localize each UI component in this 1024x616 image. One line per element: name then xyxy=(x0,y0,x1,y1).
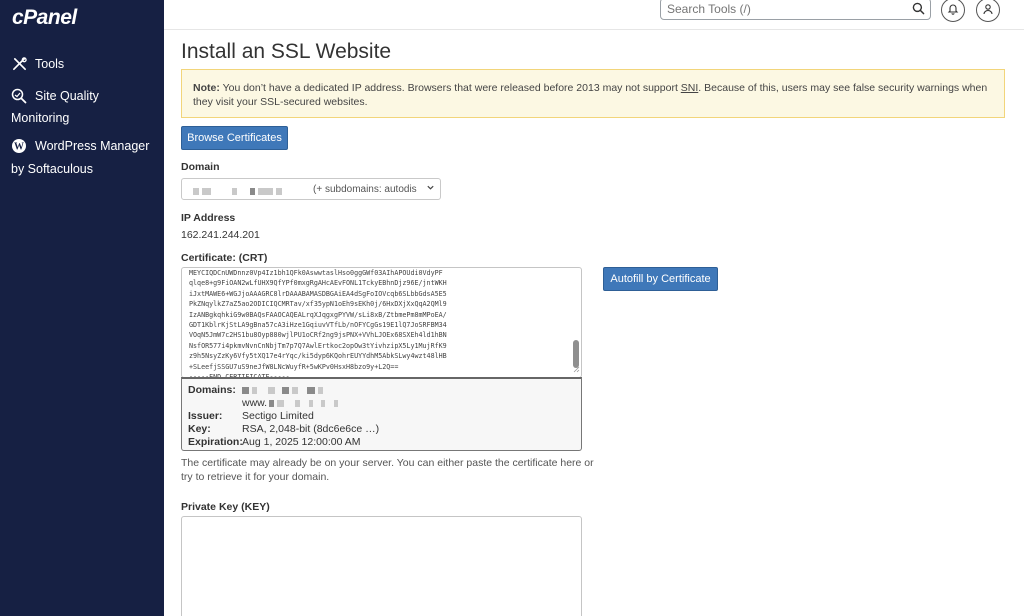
cpanel-logo[interactable]: cPanel xyxy=(12,6,77,30)
sidebar-item-label: Tools xyxy=(35,57,65,71)
note-text: You don’t have a dedicated IP address. B… xyxy=(219,82,681,94)
tools-icon xyxy=(11,56,27,72)
search-input[interactable] xyxy=(661,0,901,19)
domain-select[interactable]: (+ subdomains: autodis xyxy=(181,178,441,200)
sidebar-item-tools[interactable]: Tools xyxy=(11,56,64,72)
sidebar-item-label: Site Quality xyxy=(35,89,99,103)
certificate-details: Domains: www. Issuer: Sectigo Limited Ke… xyxy=(181,377,582,451)
resize-handle-icon[interactable] xyxy=(573,362,580,376)
bell-icon xyxy=(947,3,959,18)
domain-select-suffix: (+ subdomains: autodis xyxy=(313,184,417,195)
private-key-label: Private Key (KEY) xyxy=(181,501,270,513)
autofill-by-certificate-button[interactable]: Autofill by Certificate xyxy=(603,267,718,291)
svg-text:W: W xyxy=(14,142,24,153)
domain-label: Domain xyxy=(181,161,220,173)
private-key-textarea[interactable] xyxy=(181,516,582,616)
key-row: Key: RSA, 2,048-bit (8dc6e6ce …) xyxy=(188,423,380,435)
search-box[interactable] xyxy=(660,0,931,20)
sidebar-item-sublabel[interactable]: Monitoring xyxy=(11,111,69,125)
user-icon xyxy=(982,3,994,18)
scrollbar[interactable] xyxy=(573,270,579,375)
sidebar-item-site-quality[interactable]: Site Quality xyxy=(11,88,99,104)
certificate-label: Certificate: (CRT) xyxy=(181,252,268,264)
browse-certificates-button[interactable]: Browse Certificates xyxy=(181,126,288,150)
sidebar-item-wordpress[interactable]: W WordPress Manager xyxy=(11,138,149,154)
domains-row: Domains: xyxy=(188,384,326,396)
domains-www-row: www. xyxy=(242,397,341,409)
domains-redacted xyxy=(242,384,326,396)
site-quality-icon xyxy=(11,88,27,104)
certificate-help-text: The certificate may already be on your s… xyxy=(181,457,594,483)
sni-link[interactable]: SNI xyxy=(681,82,699,94)
ip-address-value: 162.241.244.201 xyxy=(181,229,260,241)
topbar xyxy=(164,0,1024,30)
domains-redacted xyxy=(269,397,341,409)
page-title: Install an SSL Website xyxy=(181,40,392,63)
sidebar-item-sublabel[interactable]: by Softaculous xyxy=(11,162,93,176)
main-content: Install an SSL Website Note: You don’t h… xyxy=(164,31,1024,616)
ip-address-label: IP Address xyxy=(181,212,236,224)
wordpress-icon: W xyxy=(11,138,27,154)
expiration-row: Expiration: Aug 1, 2025 12:00:00 AM xyxy=(188,436,361,448)
chevron-down-icon xyxy=(426,183,435,195)
search-icon[interactable] xyxy=(912,2,925,18)
certificate-textarea[interactable]: MEYCIQDCnUWDnnz0Vp4Iz1bh1QFk0AswwtaslHso… xyxy=(181,267,582,378)
sni-warning-note: Note: You don’t have a dedicated IP addr… xyxy=(181,69,1005,118)
issuer-row: Issuer: Sectigo Limited xyxy=(188,410,314,422)
user-menu-button[interactable] xyxy=(976,0,1000,22)
domain-redacted xyxy=(193,186,285,197)
sidebar: cPanel Tools Site Quality Monitoring W W… xyxy=(0,0,164,616)
notifications-button[interactable] xyxy=(941,0,965,22)
certificate-text: MEYCIQDCnUWDnnz0Vp4Iz1bh1QFk0AswwtaslHso… xyxy=(189,269,447,378)
note-label: Note: xyxy=(193,82,220,94)
sidebar-item-label: WordPress Manager xyxy=(35,139,150,153)
